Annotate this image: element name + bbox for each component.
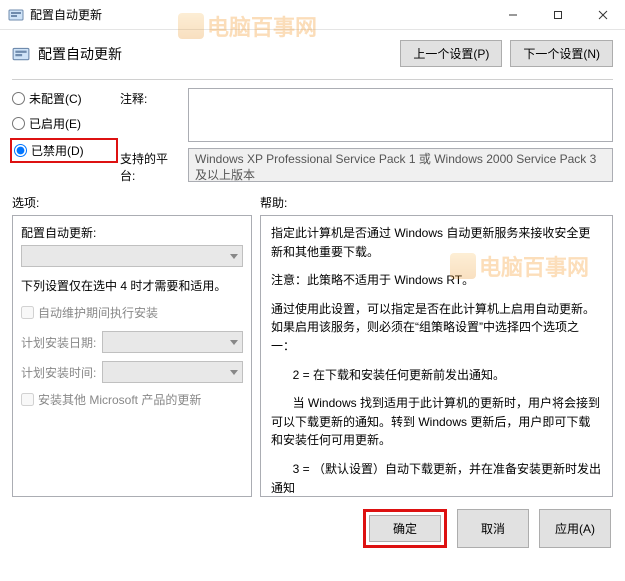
footer: 确定 取消 应用(A)	[0, 497, 625, 560]
maximize-button[interactable]	[535, 0, 580, 30]
apply-button[interactable]: 应用(A)	[539, 509, 611, 548]
close-button[interactable]	[580, 0, 625, 30]
state-radio-group: 未配置(C) 已启用(E) 已禁用(D)	[12, 88, 112, 184]
help-paragraph: 3 = （默认设置）自动下载更新，并在准备安装更新时发出通知	[271, 460, 602, 497]
highlight-box: 已禁用(D)	[10, 138, 118, 163]
help-paragraph: 当 Windows 找到适用于此计算机的更新时，用户将会接到可以下载更新的通知。…	[271, 394, 602, 450]
maintenance-checkbox-row[interactable]: 自动维护期间执行安装	[21, 304, 243, 321]
divider	[12, 79, 613, 80]
help-label: 帮助:	[260, 194, 613, 211]
next-setting-button[interactable]: 下一个设置(N)	[510, 40, 613, 67]
chevron-down-icon	[230, 338, 238, 346]
supported-label: 支持的平台:	[120, 150, 180, 184]
radio-label: 已禁用(D)	[31, 142, 84, 159]
supported-platform-box: Windows XP Professional Service Pack 1 或…	[188, 148, 613, 182]
schedule-time-label: 计划安装时间:	[21, 364, 96, 381]
comment-textarea[interactable]	[188, 88, 613, 142]
schedule-day-label: 计划安装日期:	[21, 334, 96, 351]
help-paragraph: 2 = 在下载和安装任何更新前发出通知。	[271, 366, 602, 385]
subheader: 配置自动更新 上一个设置(P) 下一个设置(N)	[0, 30, 625, 77]
options-label: 选项:	[12, 194, 260, 211]
previous-setting-button[interactable]: 上一个设置(P)	[400, 40, 502, 67]
cancel-button[interactable]: 取消	[457, 509, 529, 548]
radio-enabled-input[interactable]	[12, 117, 25, 130]
policy-icon	[8, 7, 24, 23]
checkbox-label: 自动维护期间执行安装	[38, 304, 158, 321]
radio-label: 已启用(E)	[29, 115, 81, 132]
radio-disabled[interactable]: 已禁用(D)	[14, 142, 110, 159]
configure-update-select[interactable]	[21, 245, 243, 267]
options-note: 下列设置仅在选中 4 时才需要和适用。	[21, 277, 243, 294]
radio-enabled[interactable]: 已启用(E)	[12, 115, 112, 132]
radio-label: 未配置(C)	[29, 90, 82, 107]
schedule-day-select[interactable]	[102, 331, 243, 353]
radio-not-configured-input[interactable]	[12, 92, 25, 105]
help-paragraph: 通过使用此设置，可以指定是否在此计算机上启用自动更新。如果启用该服务，则必须在“…	[271, 300, 602, 356]
radio-not-configured[interactable]: 未配置(C)	[12, 90, 112, 107]
ms-products-checkbox-row[interactable]: 安装其他 Microsoft 产品的更新	[21, 391, 243, 408]
configure-update-label: 配置自动更新:	[21, 224, 243, 241]
help-paragraph: 指定此计算机是否通过 Windows 自动更新服务来接收安全更新和其他重要下载。	[271, 224, 602, 261]
ok-button[interactable]: 确定	[369, 515, 441, 542]
window-title: 配置自动更新	[30, 6, 102, 23]
ms-products-checkbox[interactable]	[21, 393, 34, 406]
maintenance-checkbox[interactable]	[21, 306, 34, 319]
checkbox-label: 安装其他 Microsoft 产品的更新	[38, 391, 201, 408]
help-paragraph: 注意：此策略不适用于 Windows RT。	[271, 271, 602, 290]
policy-icon	[12, 45, 30, 63]
schedule-time-select[interactable]	[102, 361, 243, 383]
minimize-button[interactable]	[490, 0, 535, 30]
chevron-down-icon	[230, 252, 238, 260]
policy-title: 配置自动更新	[38, 44, 392, 64]
options-panel: 配置自动更新: 下列设置仅在选中 4 时才需要和适用。 自动维护期间执行安装 计…	[12, 215, 252, 497]
highlight-box: 确定	[363, 509, 447, 548]
titlebar: 配置自动更新	[0, 0, 625, 30]
radio-disabled-input[interactable]	[14, 144, 27, 157]
help-panel[interactable]: 指定此计算机是否通过 Windows 自动更新服务来接收安全更新和其他重要下载。…	[260, 215, 613, 497]
comment-label: 注释:	[120, 90, 180, 150]
chevron-down-icon	[230, 368, 238, 376]
